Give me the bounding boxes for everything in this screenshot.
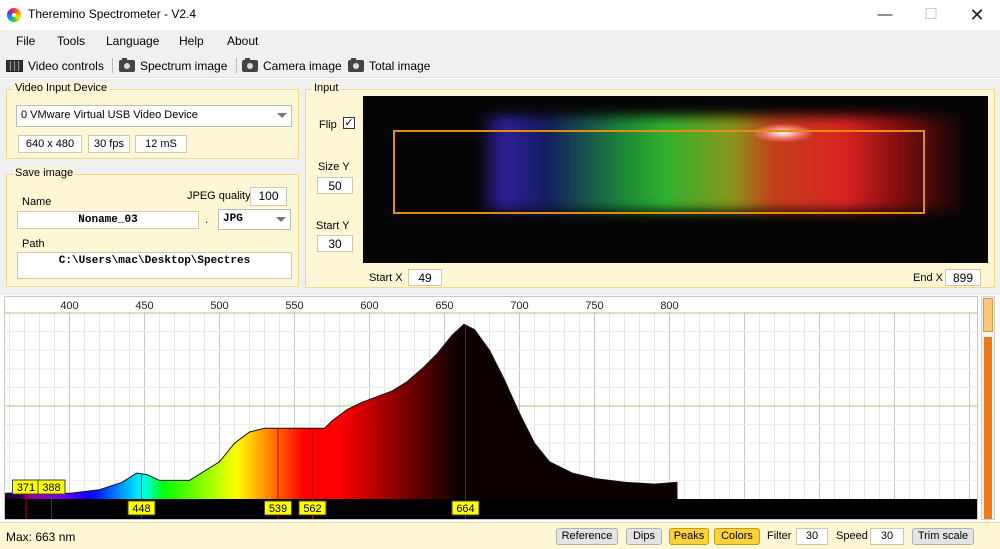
peak-label: 664 (456, 503, 474, 515)
app-logo-icon (7, 8, 21, 22)
spectrum-chart: 400 450 500 550 600 650 700 750 800 371 388 448 539 5… (4, 300, 977, 520)
jpeg-quality-input[interactable]: 100 (250, 187, 287, 206)
window-title: Theremino Spectrometer - V2.4 (28, 7, 197, 21)
video-input-title: Video Input Device (13, 82, 110, 94)
peak-label: 562 (303, 503, 321, 515)
peak-label: 539 (269, 503, 287, 515)
x-tick-label: 600 (360, 300, 378, 312)
menu-tools[interactable]: Tools (57, 34, 85, 48)
chevron-down-icon (276, 217, 286, 222)
spectrum-area (4, 323, 678, 520)
dips-button[interactable]: Dips (626, 528, 662, 545)
peak-label: 448 (132, 503, 150, 515)
camera-image-label: Camera image (263, 58, 342, 73)
flip-checkbox[interactable]: ✓ (343, 117, 355, 129)
peak-label: 371 (17, 482, 35, 494)
x-tick-label: 400 (60, 300, 78, 312)
minimize-button[interactable]: — (862, 0, 908, 30)
camera-preview[interactable] (363, 96, 988, 263)
path-input[interactable]: C:\Users\mac\Desktop\Spectres (17, 252, 292, 279)
menu-file[interactable]: File (16, 34, 35, 48)
end-x-input[interactable]: 899 (945, 269, 981, 286)
camera-icon (119, 57, 135, 72)
video-device-select[interactable]: 0 VMware Virtual USB Video Device (16, 105, 292, 127)
camera-image-button[interactable]: Camera image (242, 56, 342, 75)
start-x-label: Start X (369, 272, 403, 284)
crop-rectangle[interactable] (393, 130, 925, 214)
trim-scale-button[interactable]: Trim scale (912, 528, 974, 545)
video-input-group: Video Input Device 0 VMware Virtual USB … (6, 82, 299, 159)
toolbar: Video controls Spectrum image Camera ima… (0, 53, 1000, 78)
total-image-button[interactable]: Total image (348, 56, 430, 75)
input-title: Input (312, 82, 341, 94)
video-device-value: 0 VMware Virtual USB Video Device (21, 109, 198, 121)
menu-language[interactable]: Language (106, 34, 159, 48)
spectrum-image-label: Spectrum image (140, 58, 228, 73)
latency-field: 12 mS (135, 135, 187, 153)
camera-icon (348, 57, 364, 72)
video-controls-label: Video controls (28, 58, 104, 73)
x-tick-label: 800 (660, 300, 678, 312)
colors-button[interactable]: Colors (714, 528, 760, 545)
max-wavelength-label: Max: 663 nm (6, 530, 76, 544)
reference-button[interactable]: Reference (556, 528, 618, 545)
fps-field: 30 fps (88, 135, 130, 153)
start-y-input[interactable]: 30 (317, 235, 353, 252)
menu-about[interactable]: About (227, 34, 258, 48)
x-tick-label: 700 (510, 300, 528, 312)
level-bar (984, 337, 992, 519)
x-tick-label: 650 (435, 300, 453, 312)
x-tick-label: 550 (285, 300, 303, 312)
end-x-label: End X (913, 272, 943, 284)
jpeg-quality-label: JPEG quality (187, 190, 251, 202)
x-tick-label: 500 (210, 300, 228, 312)
status-bar: Max: 663 nm Reference Dips Peaks Colors … (0, 522, 1000, 549)
resolution-field: 640 x 480 (18, 135, 82, 153)
maximize-button[interactable]: ☐ (908, 0, 954, 30)
scroll-thumb[interactable] (983, 298, 993, 332)
size-y-input[interactable]: 50 (317, 177, 353, 194)
video-controls-button[interactable]: Video controls (6, 56, 104, 75)
flip-label: Flip (319, 119, 337, 131)
spectrum-graph[interactable]: 400 450 500 550 600 650 700 750 800 371 388 448 539 5… (4, 296, 978, 520)
speed-input[interactable]: 30 (870, 528, 904, 545)
total-image-label: Total image (369, 58, 431, 73)
speed-label: Speed (836, 530, 868, 542)
gain-scrollbar[interactable] (981, 296, 995, 520)
filter-input[interactable]: 30 (796, 528, 828, 545)
save-image-title: Save image (13, 167, 76, 179)
filter-label: Filter (767, 530, 792, 542)
camera-icon (242, 57, 258, 72)
save-image-group: Save image Name JPEG quality 100 Noname_… (6, 167, 299, 287)
x-tick-label: 450 (135, 300, 153, 312)
filename-input[interactable]: Noname_03 (17, 211, 199, 229)
size-y-label: Size Y (318, 161, 350, 173)
x-tick-label: 750 (585, 300, 603, 312)
peak-label: 388 (42, 482, 60, 494)
title-bar: Theremino Spectrometer - V2.4 — ☐ ✕ (0, 0, 1000, 30)
spectrum-image-button[interactable]: Spectrum image (119, 56, 227, 75)
toolbar-separator (236, 58, 237, 73)
menu-help[interactable]: Help (179, 34, 204, 48)
toolbar-separator (112, 58, 113, 73)
extension-dot: . (205, 214, 209, 226)
menu-bar: File Tools Language Help About (0, 30, 1000, 53)
path-label: Path (22, 238, 45, 250)
start-x-input[interactable]: 49 (408, 269, 442, 286)
peaks-button[interactable]: Peaks (669, 528, 709, 545)
film-icon (6, 59, 23, 72)
format-value: JPG (223, 213, 243, 225)
start-y-label: Start Y (316, 220, 350, 232)
format-select[interactable]: JPG (218, 209, 291, 230)
name-label: Name (22, 196, 52, 208)
close-button[interactable]: ✕ (954, 0, 1000, 30)
chevron-down-icon (277, 113, 287, 118)
